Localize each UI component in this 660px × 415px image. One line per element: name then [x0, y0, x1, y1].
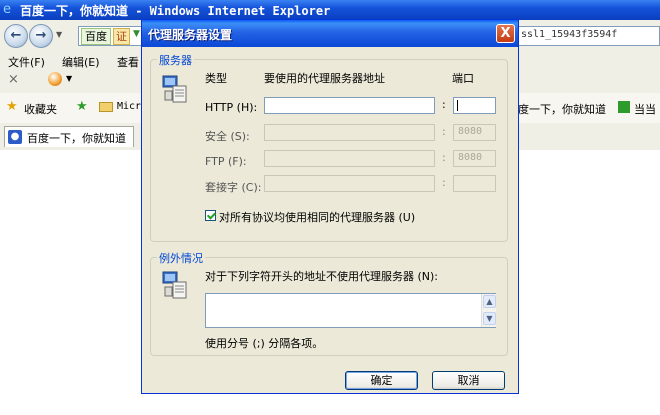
text-caret	[457, 100, 458, 111]
secure-label: 安全 (S):	[205, 130, 250, 143]
ftp-address-input[interactable]	[264, 150, 435, 167]
certificate-badge[interactable]: 证	[113, 28, 130, 45]
menu-file[interactable]: 文件(F)	[8, 54, 45, 70]
add-favorite-icon[interactable]: ★	[76, 99, 88, 114]
dialog-title: 代理服务器设置	[148, 28, 233, 42]
tab-baidu[interactable]: ● 百度一下，你就知道	[4, 126, 134, 147]
secure-address-input[interactable]	[264, 124, 435, 141]
secure-colon: :	[442, 125, 446, 138]
history-dropdown-icon[interactable]: ▼	[56, 30, 62, 39]
server-computer-icon	[162, 75, 187, 103]
favorites-button[interactable]: 收藏夹	[24, 101, 57, 117]
exceptions-description: 对于下列字符开头的地址不使用代理服务器 (N):	[205, 270, 439, 283]
menu-view[interactable]: 查看	[117, 54, 139, 70]
same-proxy-checkbox[interactable]	[205, 210, 216, 221]
back-button[interactable]: ←	[4, 24, 28, 48]
column-port-header: 端口	[452, 72, 474, 85]
ftp-colon: :	[442, 151, 446, 164]
favorite-link-dangdang[interactable]: 当当	[634, 101, 656, 117]
close-icon[interactable]: X	[496, 24, 515, 43]
ftp-port-value: 8080	[458, 152, 483, 163]
same-proxy-label[interactable]: 对所有协议均使用相同的代理服务器 (U)	[219, 209, 415, 225]
baidu-paw-icon: ●	[8, 130, 22, 144]
forward-button[interactable]: →	[29, 24, 53, 48]
scroll-up-icon[interactable]: ▲	[483, 295, 496, 308]
favorites-star-icon: ★	[6, 99, 18, 114]
servers-legend: 服务器	[157, 52, 194, 68]
socks-address-input[interactable]	[264, 175, 435, 192]
scroll-down-icon[interactable]: ▼	[483, 312, 496, 325]
browser-title: 百度一下，你就知道 - Windows Internet Explorer	[20, 4, 331, 18]
dialog-title-bar[interactable]: 代理服务器设置 X	[142, 20, 518, 47]
socks-colon: :	[442, 176, 446, 189]
exceptions-scrollbar[interactable]: ▲ ▼	[481, 294, 496, 327]
toolbar-close-icon[interactable]: ×	[8, 72, 19, 87]
favorite-link-microsoft[interactable]: Micr	[117, 101, 141, 112]
toolbar-dropdown-icon[interactable]: ▼	[66, 74, 72, 83]
ok-button[interactable]: 确定	[345, 371, 418, 390]
http-address-input[interactable]	[264, 97, 435, 114]
url-field[interactable]: ssl1_15943f3594f	[512, 26, 660, 46]
http-port-input[interactable]	[453, 97, 496, 114]
ftp-port-input[interactable]: 8080	[453, 150, 496, 167]
address-box[interactable]: 百度 证 ▼	[78, 26, 150, 46]
tab-label: 百度一下，你就知道	[27, 132, 126, 145]
ftp-label: FTP (F):	[205, 155, 247, 168]
proxy-settings-dialog: 代理服务器设置 X 服务器 类型 要使用的代理服务器地址 端口 HTTP (H)…	[141, 19, 519, 394]
secure-port-value: 8080	[458, 126, 483, 137]
toolbar-search-icon[interactable]	[48, 72, 62, 86]
http-colon: :	[442, 98, 446, 111]
site-badge: 百度	[81, 28, 111, 45]
address-dropdown-icon[interactable]: ▼	[133, 29, 140, 39]
browser-title-bar: e 百度一下，你就知道 - Windows Internet Explorer	[0, 0, 660, 20]
folder-icon	[99, 102, 113, 112]
http-label: HTTP (H):	[205, 101, 258, 114]
dangdang-icon	[618, 101, 630, 113]
socks-label: 套接字 (C):	[205, 181, 262, 194]
menu-edit[interactable]: 编辑(E)	[62, 54, 100, 70]
socks-port-input[interactable]	[453, 175, 496, 192]
column-address-header: 要使用的代理服务器地址	[264, 72, 385, 85]
ie-logo-icon: e	[3, 2, 11, 17]
exceptions-hint: 使用分号 (;) 分隔各项。	[205, 337, 324, 350]
secure-port-input[interactable]: 8080	[453, 124, 496, 141]
url-text: ssl1_15943f3594f	[521, 29, 618, 40]
cancel-button[interactable]: 取消	[432, 371, 505, 390]
exceptions-computer-icon	[162, 271, 187, 299]
exceptions-textarea[interactable]: ▲ ▼	[205, 293, 496, 328]
column-type-header: 类型	[205, 72, 227, 85]
exceptions-legend: 例外情况	[157, 250, 205, 266]
favorite-link-baidu[interactable]: 度一下，你就知道	[518, 101, 606, 117]
